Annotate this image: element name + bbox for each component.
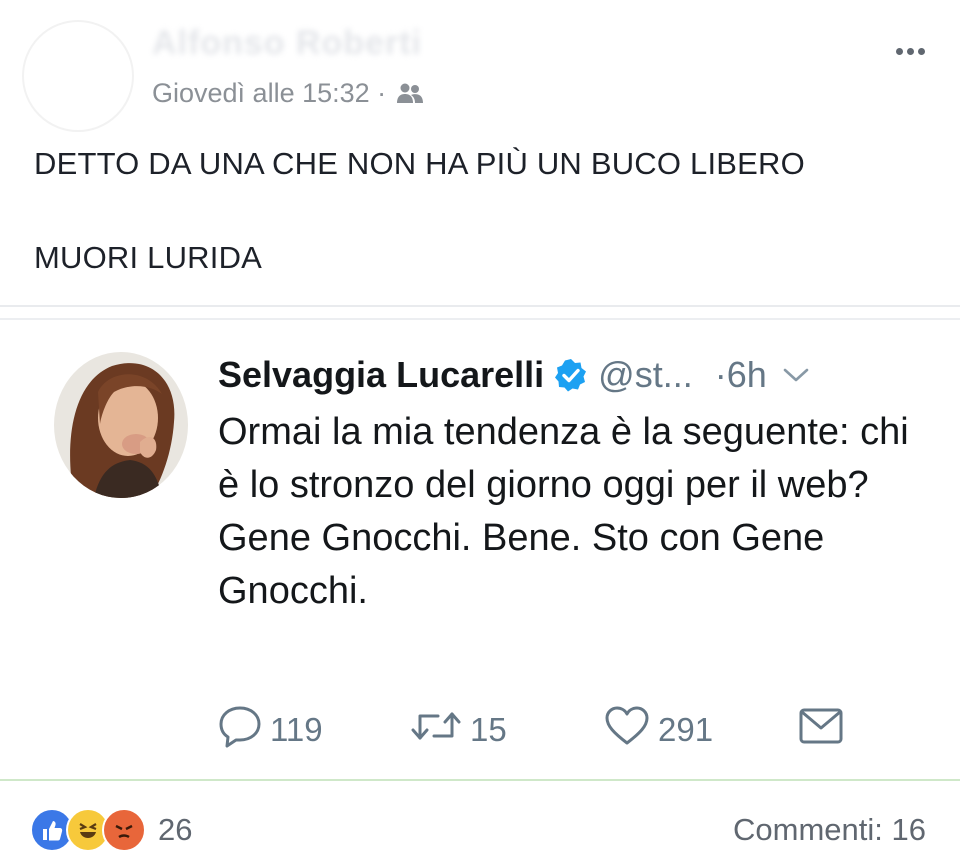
tweet-text: Ormai la mia tendenza è la seguente: chi… bbox=[218, 411, 909, 612]
reply-icon bbox=[218, 704, 262, 756]
like-button[interactable]: 291 bbox=[604, 704, 713, 756]
reactions-summary[interactable]: 26 bbox=[30, 808, 192, 852]
author-name[interactable]: Alfonso Roberti bbox=[152, 24, 422, 63]
tweet-time[interactable]: ·6h bbox=[715, 354, 767, 396]
angry-reaction-icon bbox=[102, 808, 146, 852]
tweet-handle[interactable]: @st... bbox=[598, 354, 693, 396]
chevron-down-icon[interactable] bbox=[783, 367, 809, 383]
reply-count: 119 bbox=[270, 711, 323, 748]
retweet-count: 15 bbox=[470, 711, 507, 748]
divider bbox=[0, 779, 960, 781]
direct-message-button[interactable] bbox=[798, 704, 844, 756]
tweet-actions: 119 15 291 bbox=[218, 704, 858, 756]
friends-icon bbox=[396, 82, 424, 106]
reactions-count: 26 bbox=[158, 812, 193, 847]
post-timestamp[interactable]: Giovedì alle 15:32 · bbox=[152, 78, 386, 109]
divider bbox=[0, 318, 960, 320]
retweet-button[interactable]: 15 bbox=[410, 704, 507, 756]
author-avatar[interactable] bbox=[22, 20, 134, 132]
post-text-line-2: MUORI LURIDA bbox=[34, 240, 263, 275]
heart-icon bbox=[604, 705, 650, 755]
comments-count-link[interactable]: Commenti: 16 bbox=[733, 812, 926, 848]
reply-button[interactable]: 119 bbox=[218, 704, 323, 756]
more-horizontal-icon bbox=[895, 47, 903, 55]
retweet-icon bbox=[410, 706, 462, 754]
tweet-author-name[interactable]: Selvaggia Lucarelli bbox=[218, 354, 544, 396]
envelope-icon bbox=[798, 707, 844, 753]
post-meta: Giovedì alle 15:32 · bbox=[152, 78, 424, 109]
verified-badge-icon bbox=[554, 358, 588, 392]
more-options-button[interactable] bbox=[890, 36, 930, 66]
divider bbox=[0, 305, 960, 307]
tweet-header: Selvaggia Lucarelli @st... ·6h bbox=[218, 350, 928, 400]
post-text-line-1: DETTO DA UNA CHE NON HA PIÙ UN BUCO LIBE… bbox=[34, 146, 805, 181]
tweet-author-avatar[interactable] bbox=[54, 352, 188, 498]
like-count: 291 bbox=[658, 711, 714, 748]
